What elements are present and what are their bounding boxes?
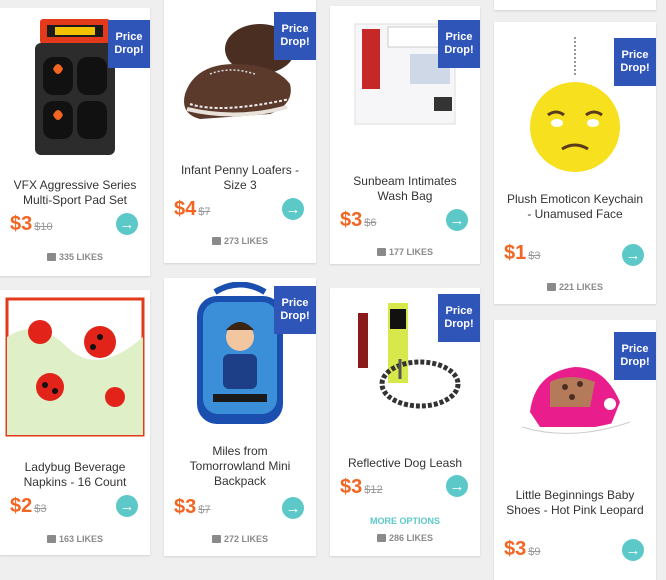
price-drop-badge: Price Drop! [438,20,480,68]
old-price: $12 [364,484,383,496]
go-arrow-button[interactable]: → [446,475,468,497]
napkins-image[interactable] [0,294,150,439]
product-title[interactable]: Plush Emoticon Keychain - Unamused Face [504,192,646,222]
product-price: $3 $7 [174,496,211,518]
thumbs-up-icon [376,534,386,542]
old-price: $7 [198,206,211,218]
likes-count[interactable]: 273 LIKES [164,236,316,246]
go-arrow-button[interactable]: → [282,497,304,519]
thumbs-up-icon [546,283,556,291]
thumbs-up-icon [46,253,56,261]
price-drop-badge: Price Drop! [614,332,656,380]
price-drop-badge: Price Drop! [274,12,316,60]
price-drop-badge: Price Drop! [274,286,316,334]
price-drop-badge: Price Drop! [614,38,656,86]
more-options-link[interactable]: MORE OPTIONS [330,516,480,526]
likes-count[interactable]: 163 LIKES [0,534,150,544]
go-arrow-button[interactable]: → [446,209,468,231]
likes-count[interactable]: 335 LIKES [0,252,150,262]
thumbs-up-icon [46,535,56,543]
thumbs-up-icon [211,237,221,245]
go-arrow-button[interactable]: → [116,495,138,517]
product-price: $3 $9 [504,538,541,560]
go-arrow-button[interactable]: → [622,539,644,561]
old-price: $10 [34,221,53,233]
go-arrow-button[interactable]: → [622,244,644,266]
product-card[interactable]: Price Drop! Infant Penny Loafers - Size … [164,0,316,263]
likes-count[interactable]: 221 LIKES [494,282,656,292]
product-card[interactable]: Price Drop! Little Beginnings Baby Shoes… [494,320,656,580]
thumbs-up-icon [376,248,386,256]
price-drop-badge: Price Drop! [108,20,150,68]
product-title[interactable]: Sunbeam Intimates Wash Bag [340,174,470,204]
product-title[interactable]: Reflective Dog Leash [340,456,470,471]
old-price: $3 [528,250,541,262]
old-price: $9 [528,546,541,558]
product-price: $4 $7 [174,198,211,220]
product-title[interactable]: Little Beginnings Baby Shoes - Hot Pink … [504,488,646,518]
product-price: $3 $6 [340,209,377,231]
thumbs-up-icon [211,535,221,543]
product-price: $3 $10 [10,213,53,235]
product-card[interactable]: Price Drop! Miles from Tomorrowland Mini… [164,278,316,556]
product-card[interactable]: Price Drop! VFX Aggressive Series Multi-… [0,8,150,276]
product-title[interactable]: VFX Aggressive Series Multi-Sport Pad Se… [10,178,140,208]
product-price: $2 $3 [10,495,47,517]
product-title[interactable]: Miles from Tomorrowland Mini Backpack [174,444,306,489]
product-price: $3 $12 [340,476,383,498]
go-arrow-button[interactable]: → [282,198,304,220]
product-card[interactable]: Price Drop! Plush Emoticon Keychain - Un… [494,22,656,304]
likes-count[interactable]: 286 LIKES [330,533,480,543]
likes-count[interactable]: 177 LIKES [330,247,480,257]
old-price: $7 [198,504,211,516]
product-title[interactable]: Ladybug Beverage Napkins - 16 Count [10,460,140,490]
product-card[interactable]: Ladybug Beverage Napkins - 16 Count $2 $3… [0,290,150,555]
product-title[interactable]: Infant Penny Loafers - Size 3 [174,163,306,193]
product-card[interactable]: Price Drop! Reflective Dog Leash $3 $12 →… [330,288,480,556]
product-card[interactable] [494,0,656,10]
old-price: $3 [34,503,47,515]
price-drop-badge: Price Drop! [438,294,480,342]
go-arrow-button[interactable]: → [116,213,138,235]
old-price: $6 [364,217,377,229]
product-card[interactable]: Price Drop! Sunbeam Intimates Wash Bag $… [330,6,480,264]
likes-count[interactable]: 272 LIKES [164,534,316,544]
product-price: $1 $3 [504,242,541,264]
